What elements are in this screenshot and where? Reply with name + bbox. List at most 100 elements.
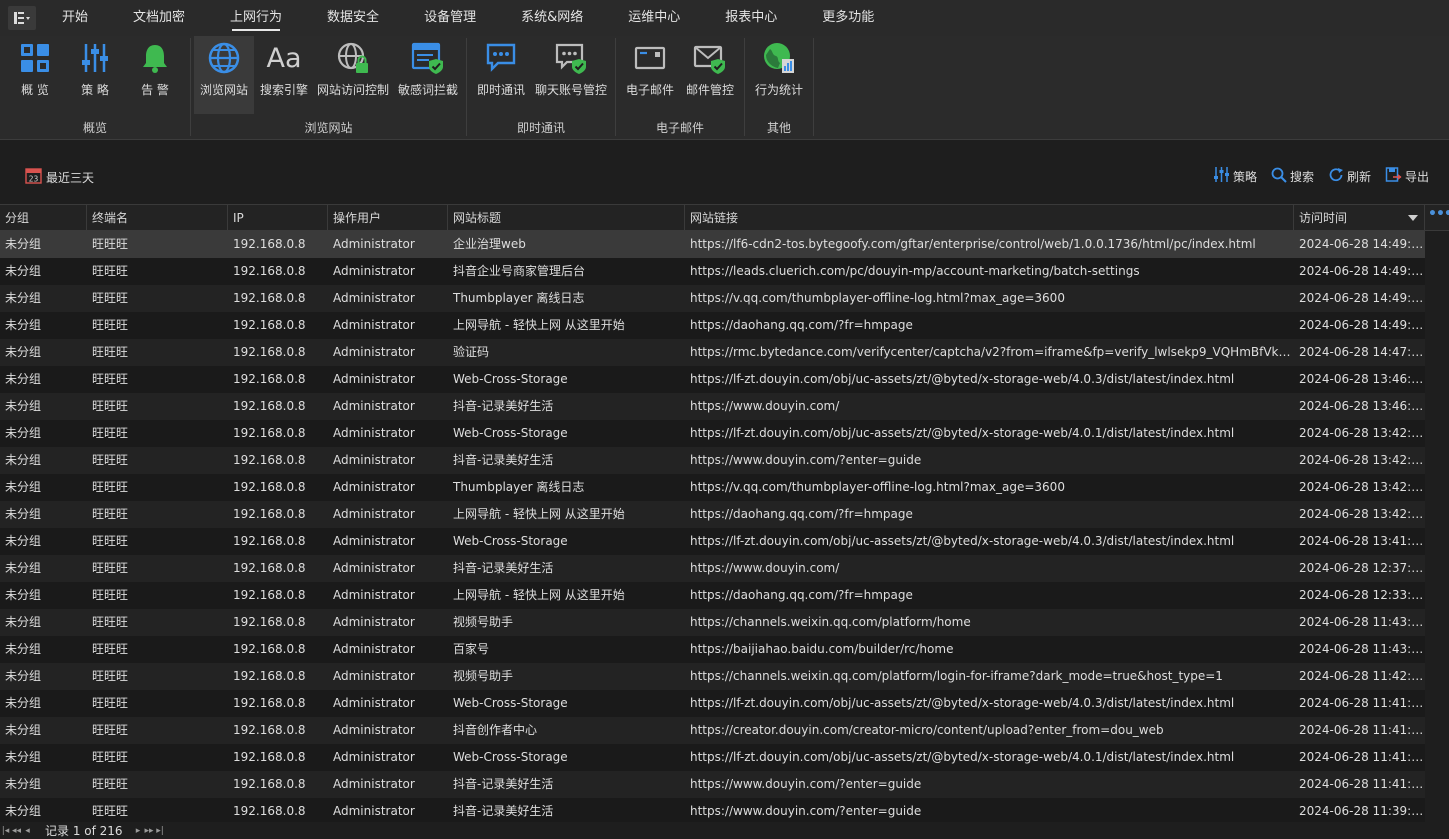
column-header-url[interactable]: 网站链接 [685, 205, 1294, 231]
table-row[interactable]: 未分组 旺旺旺 192.168.0.8 Administrator 抖音创作者中心 htt… [0, 717, 1425, 744]
chat-account-control-button[interactable]: 聊天账号管控 [533, 36, 609, 114]
table-row[interactable]: 未分组 旺旺旺 192.168.0.8 Administrator 抖音-记录美好生活 h… [0, 393, 1425, 420]
tab-report-center[interactable]: 报表中心 [715, 0, 787, 36]
table-row[interactable]: 未分组 旺旺旺 192.168.0.8 Administrator 验证码 https:/… [0, 339, 1425, 366]
cell-url: https://leads.cluerich.com/pc/douyin-mp/… [690, 264, 1140, 278]
policy-action-button[interactable]: 策略 [1213, 166, 1257, 186]
table-row[interactable]: 未分组 旺旺旺 192.168.0.8 Administrator Web-Cross-… [0, 744, 1425, 771]
cell-title: 抖音-记录美好生活 [453, 399, 554, 413]
column-header-ip[interactable]: IP [228, 205, 328, 231]
search-icon [1271, 167, 1287, 186]
cell-ip: 192.168.0.8 [233, 345, 306, 359]
next-block-icon[interactable]: ▸▸ [144, 826, 155, 836]
cell-terminal: 旺旺旺 [92, 615, 129, 629]
table-row[interactable]: 未分组 旺旺旺 192.168.0.8 Administrator 百家号 https:/… [0, 636, 1425, 663]
date-range-selector[interactable]: 23 最近三天 [25, 167, 94, 187]
im-button[interactable]: 即时通讯 [473, 36, 529, 114]
cell-group: 未分组 [5, 507, 42, 521]
policy-button[interactable]: 策 略 [68, 36, 122, 114]
search-engine-button[interactable]: Aa 搜索引擎 [256, 36, 312, 114]
cell-url: https://channels.weixin.qq.com/platform/… [690, 615, 971, 629]
cell-terminal: 旺旺旺 [92, 318, 129, 332]
tab-ops-center[interactable]: 运维中心 [618, 0, 690, 36]
alarm-button[interactable]: 告 警 [128, 36, 182, 114]
column-header-group[interactable]: 分组 [0, 205, 87, 231]
table-row[interactable]: 未分组 旺旺旺 192.168.0.8 Administrator Web-Cross-… [0, 366, 1425, 393]
first-page-icon[interactable]: |◂ [0, 826, 11, 836]
column-header-terminal[interactable]: 终端名 [87, 205, 228, 231]
cell-group: 未分组 [5, 588, 42, 602]
alarm-label: 告 警 [141, 83, 169, 97]
row-more-icon[interactable]: ••• [1428, 206, 1449, 222]
cell-terminal: 旺旺旺 [92, 453, 129, 467]
prev-page-icon[interactable]: ◂ [22, 826, 33, 836]
refresh-action-button[interactable]: 刷新 [1328, 166, 1371, 186]
cell-group: 未分组 [5, 372, 42, 386]
cell-terminal: 旺旺旺 [92, 669, 129, 683]
table-row[interactable]: 未分组 旺旺旺 192.168.0.8 Administrator 视频号助手 https… [0, 609, 1425, 636]
cell-group: 未分组 [5, 453, 42, 467]
cell-terminal: 旺旺旺 [92, 237, 129, 251]
chat-shield-icon [553, 40, 589, 76]
tab-data-security[interactable]: 数据安全 [317, 0, 389, 36]
cell-visit-time: 2024-06-28 13:46:01 [1299, 399, 1425, 413]
cell-visit-time: 2024-06-28 11:41:18 [1299, 750, 1425, 764]
tab-doc-encryption[interactable]: 文档加密 [123, 0, 195, 36]
table-row[interactable]: 未分组 旺旺旺 192.168.0.8 Administrator 视频号助手 https… [0, 663, 1425, 690]
table-row[interactable]: 未分组 旺旺旺 192.168.0.8 Administrator 上网导航 - 轻快上… [0, 501, 1425, 528]
tab-internet-behavior[interactable]: 上网行为 [220, 0, 292, 36]
cell-user: Administrator [333, 561, 415, 575]
table-row[interactable]: 未分组 旺旺旺 192.168.0.8 Administrator 企业治理web htt… [0, 231, 1425, 258]
export-action-button[interactable]: 导出 [1385, 166, 1429, 186]
app-menu-button[interactable] [4, 0, 40, 36]
table-row[interactable]: 未分组 旺旺旺 192.168.0.8 Administrator 抖音-记录美好生活 h… [0, 798, 1425, 825]
pager-status: 记录 1 of 216 [45, 824, 123, 838]
column-header-title[interactable]: 网站标题 [448, 205, 685, 231]
table-row[interactable]: 未分组 旺旺旺 192.168.0.8 Administrator Thumbplaye… [0, 285, 1425, 312]
tab-start[interactable]: 开始 [52, 0, 98, 36]
email-button[interactable]: 电子邮件 [622, 36, 678, 114]
cell-user: Administrator [333, 237, 415, 251]
cell-user: Administrator [333, 723, 415, 737]
ribbon-group-overview: 概 览 策 略 告 警 概览 [0, 36, 190, 140]
cell-url: https://www.douyin.com/?enter=guide [690, 804, 922, 818]
cell-user: Administrator [333, 291, 415, 305]
overview-button[interactable]: 概 览 [8, 36, 62, 114]
table-header: 分组 终端名 IP 操作用户 网站标题 网站链接 访问时间 [0, 204, 1449, 231]
cell-ip: 192.168.0.8 [233, 264, 306, 278]
cell-title: 抖音创作者中心 [453, 723, 538, 737]
table-row[interactable]: 未分组 旺旺旺 192.168.0.8 Administrator 上网导航 - 轻快上… [0, 582, 1425, 609]
cell-group: 未分组 [5, 804, 42, 818]
cell-terminal: 旺旺旺 [92, 399, 129, 413]
tab-device-management[interactable]: 设备管理 [414, 0, 486, 36]
prev-block-icon[interactable]: ◂◂ [11, 826, 22, 836]
table-row[interactable]: 未分组 旺旺旺 192.168.0.8 Administrator 抖音企业号商家管理后… [0, 258, 1425, 285]
table-row[interactable]: 未分组 旺旺旺 192.168.0.8 Administrator 抖音-记录美好生活 h… [0, 771, 1425, 798]
table-row[interactable]: 未分组 旺旺旺 192.168.0.8 Administrator 上网导航 - 轻快上… [0, 312, 1425, 339]
sensitive-word-block-button[interactable]: 敏感词拦截 [395, 36, 461, 114]
behavior-stats-button[interactable]: 行为统计 [751, 36, 807, 114]
column-header-visit-time[interactable]: 访问时间 [1294, 205, 1425, 231]
table-row[interactable]: 未分组 旺旺旺 192.168.0.8 Administrator 抖音-记录美好生活 h… [0, 555, 1425, 582]
cell-user: Administrator [333, 777, 415, 791]
tab-more-features[interactable]: 更多功能 [812, 0, 884, 36]
cell-group: 未分组 [5, 696, 42, 710]
browse-website-button[interactable]: 浏览网站 [194, 36, 254, 114]
cell-ip: 192.168.0.8 [233, 696, 306, 710]
export-action-label: 导出 [1404, 169, 1429, 184]
policy-label: 策 略 [81, 83, 109, 97]
email-control-button[interactable]: 邮件管控 [682, 36, 738, 114]
next-page-icon[interactable]: ▸ [133, 826, 144, 836]
cell-title: 验证码 [453, 345, 490, 359]
table-row[interactable]: 未分组 旺旺旺 192.168.0.8 Administrator Web-Cross-… [0, 420, 1425, 447]
tab-system-network[interactable]: 系统&网络 [511, 0, 593, 36]
table-row[interactable]: 未分组 旺旺旺 192.168.0.8 Administrator Web-Cross-… [0, 690, 1425, 717]
last-page-icon[interactable]: ▸| [155, 826, 166, 836]
table-row[interactable]: 未分组 旺旺旺 192.168.0.8 Administrator Thumbplaye… [0, 474, 1425, 501]
table-row[interactable]: 未分组 旺旺旺 192.168.0.8 Administrator 抖音-记录美好生活 h… [0, 447, 1425, 474]
cell-group: 未分组 [5, 561, 42, 575]
table-row[interactable]: 未分组 旺旺旺 192.168.0.8 Administrator Web-Cross-… [0, 528, 1425, 555]
search-action-button[interactable]: 搜索 [1271, 166, 1314, 186]
column-header-user[interactable]: 操作用户 [328, 205, 448, 231]
website-access-control-button[interactable]: 网站访问控制 [315, 36, 391, 114]
